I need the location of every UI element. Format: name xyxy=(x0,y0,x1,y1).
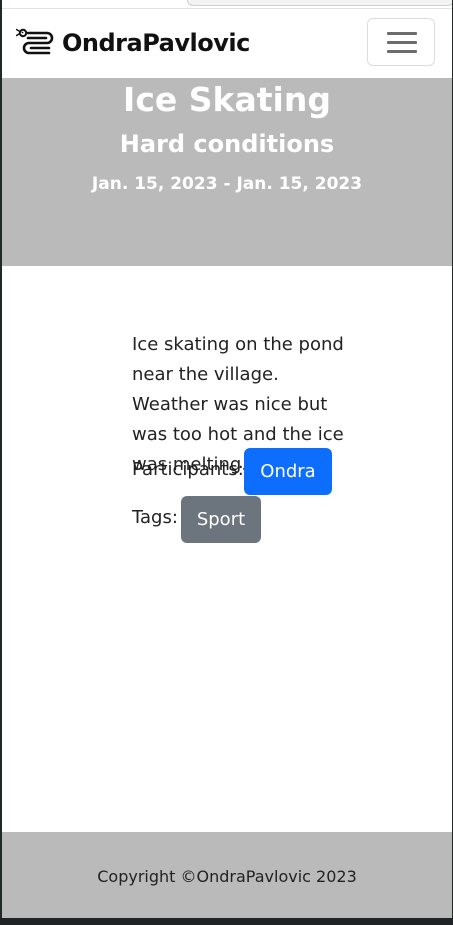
event-title: Ice Skating xyxy=(123,80,331,119)
hamburger-line xyxy=(387,41,417,44)
menu-toggle-button[interactable] xyxy=(367,18,435,66)
participant-badge[interactable]: Ondra xyxy=(244,448,332,495)
browser-top-edge xyxy=(2,0,452,9)
taskbar-edge xyxy=(0,918,453,925)
address-bar-edge xyxy=(187,0,452,6)
page: OndraPavlovic Ice Skating Hard condition… xyxy=(2,0,452,918)
snake-logo-icon[interactable] xyxy=(16,27,56,59)
hero-banner: Ice Skating Hard conditions Jan. 15, 202… xyxy=(2,78,452,266)
event-content: Ice skating on the pond near the village… xyxy=(2,266,452,832)
tags-label: Tags: xyxy=(132,507,178,528)
tag-badge[interactable]: Sport xyxy=(181,496,261,543)
hamburger-line xyxy=(387,50,417,53)
event-date-range: Jan. 15, 2023 - Jan. 15, 2023 xyxy=(91,174,363,194)
hamburger-menu-icon xyxy=(387,32,417,35)
event-subtitle: Hard conditions xyxy=(119,130,335,158)
participants-label: Participants: xyxy=(132,459,244,480)
navbar: OndraPavlovic xyxy=(2,9,452,78)
footer: Copyright ©OndraPavlovic 2023 xyxy=(2,832,452,918)
copyright-text: Copyright ©OndraPavlovic 2023 xyxy=(97,867,357,886)
brand-name[interactable]: OndraPavlovic xyxy=(62,29,250,57)
